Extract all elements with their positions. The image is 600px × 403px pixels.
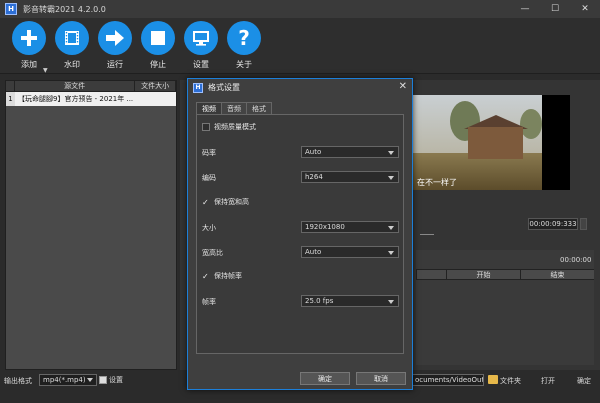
output-format-label: 输出格式: [4, 377, 32, 385]
run-label: 运行: [107, 60, 123, 69]
tab-format[interactable]: 格式: [246, 102, 272, 114]
column-end[interactable]: 结束: [520, 270, 594, 279]
bitrate-select[interactable]: Auto: [301, 146, 399, 158]
keep-fps-label: 保持帧率: [214, 272, 242, 280]
time-spinner[interactable]: [580, 218, 587, 230]
maximize-button[interactable]: ☐: [540, 0, 570, 18]
dialog-close-icon[interactable]: ✕: [399, 81, 407, 92]
question-icon: ?: [227, 21, 261, 55]
preview-house: [468, 127, 523, 159]
chevron-down-icon: [388, 300, 394, 304]
aspect-select[interactable]: Auto: [301, 246, 399, 258]
clip-list-header: 开始 结束: [416, 269, 594, 280]
size-select[interactable]: 1920x1080: [301, 221, 399, 233]
output-settings-button[interactable]: 设置: [99, 374, 127, 386]
output-format-select[interactable]: mp4(*.mp4): [39, 374, 97, 386]
video-tab-panel: 视频质量模式 码率 Auto 编码 h264 ✓ 保持宽和高 大小 1920x1…: [196, 114, 404, 354]
add-button[interactable]: 添加 ▼: [9, 21, 49, 74]
ok-button[interactable]: 确定: [300, 372, 350, 385]
arrow-right-icon: [98, 21, 132, 55]
column-source-file[interactable]: 源文件: [15, 81, 136, 91]
keep-wh-label: 保持宽和高: [214, 198, 249, 206]
encoder-select[interactable]: h264: [301, 171, 399, 183]
quality-mode-label: 视频质量模式: [214, 123, 256, 131]
column-file-size[interactable]: 文件大小: [135, 81, 176, 91]
aspect-value: Auto: [305, 248, 322, 256]
settings-label: 设置: [193, 60, 209, 69]
output-path-input[interactable]: ocuments/VideoOutput: [412, 374, 484, 386]
dialog-title: 格式设置: [208, 83, 240, 92]
table-row[interactable]: 1 【玩命腿腳9】官方预告 - 2021年 ...: [6, 92, 176, 106]
folder-icon[interactable]: [488, 375, 498, 384]
monitor-icon: [184, 21, 218, 55]
fps-value: 25.0 fps: [305, 297, 334, 305]
preview-subtitle: 在不一样了: [417, 178, 457, 187]
bitrate-label: 码率: [202, 149, 216, 157]
app-logo-icon: H: [5, 3, 17, 15]
stop-label: 停止: [150, 60, 166, 69]
run-button[interactable]: 运行: [95, 21, 135, 70]
dialog-title-bar: H 格式设置 ✕: [188, 79, 412, 96]
output-format-value: mp4(*.mp4): [43, 376, 86, 384]
chevron-down-icon: [388, 226, 394, 230]
format-settings-dialog: H 格式设置 ✕ 视频 音频 格式 视频质量模式 码率 Auto 编码 h264…: [187, 78, 413, 390]
keep-wh-checkbox[interactable]: ✓ 保持宽和高: [202, 197, 249, 207]
file-list-header: 源文件 文件大小: [6, 81, 176, 92]
chevron-down-icon: [388, 176, 394, 180]
row-index: 1: [6, 92, 15, 106]
minimize-button[interactable]: —: [510, 0, 540, 18]
about-button[interactable]: ? 关于: [224, 21, 264, 70]
add-dropdown-icon[interactable]: ▼: [43, 67, 48, 74]
tab-audio[interactable]: 音频: [221, 102, 247, 114]
watermark-label: 水印: [64, 60, 80, 69]
window-controls: — ☐ ✕: [510, 0, 600, 18]
watermark-button[interactable]: 水印: [52, 21, 92, 70]
time-input[interactable]: 00:00:09:333: [528, 218, 578, 230]
plus-icon: [12, 21, 46, 55]
size-value: 1920x1080: [305, 223, 345, 231]
dialog-tabs: 视频 音频 格式: [196, 102, 272, 115]
chevron-down-icon: [388, 151, 394, 155]
fps-label: 帧率: [202, 298, 216, 306]
window-title: 影音转霸2021 4.2.0.0: [23, 4, 106, 14]
stop-icon: [141, 21, 175, 55]
dialog-app-icon: H: [193, 82, 203, 93]
chevron-down-icon: [87, 378, 93, 382]
scrubber[interactable]: [420, 234, 434, 235]
encoder-value: h264: [305, 173, 323, 181]
quality-mode-checkbox[interactable]: 视频质量模式: [202, 122, 256, 132]
column-start[interactable]: 开始: [446, 270, 520, 279]
film-icon: [55, 21, 89, 55]
settings-box-icon: [99, 376, 107, 384]
clip-time: 00:00:00: [560, 256, 592, 264]
keep-fps-checkbox[interactable]: ✓ 保持帧率: [202, 271, 242, 281]
bitrate-value: Auto: [305, 148, 322, 156]
open-button[interactable]: 打开: [541, 376, 555, 386]
settings-button[interactable]: 设置: [181, 21, 221, 70]
chevron-down-icon: [388, 251, 394, 255]
checkmark-icon: ✓: [202, 271, 209, 281]
stop-button[interactable]: 停止: [138, 21, 178, 70]
checkmark-icon: ✓: [202, 197, 209, 207]
fps-select[interactable]: 25.0 fps: [301, 295, 399, 307]
title-bar: H 影音转霸2021 4.2.0.0 — ☐ ✕: [0, 0, 600, 18]
about-label: 关于: [236, 60, 252, 69]
video-preview: 在不一样了: [410, 95, 570, 190]
encoder-label: 编码: [202, 174, 216, 182]
clip-panel: [416, 250, 594, 365]
checkbox-unchecked-icon: [202, 123, 210, 131]
cancel-button[interactable]: 取消: [356, 372, 406, 385]
close-button[interactable]: ✕: [570, 0, 600, 18]
folder-label[interactable]: 文件夹: [500, 376, 521, 386]
confirm-button[interactable]: 确定: [577, 376, 591, 386]
toolbar: 添加 ▼ 水印 运行 停止 设置 ? 关于: [0, 18, 600, 74]
size-label: 大小: [202, 224, 216, 232]
file-list: 源文件 文件大小 1 【玩命腿腳9】官方预告 - 2021年 ...: [5, 80, 177, 370]
row-file-name: 【玩命腿腳9】官方预告 - 2021年 ...: [18, 95, 134, 103]
output-settings-label: 设置: [109, 376, 123, 384]
aspect-label: 宽高比: [202, 249, 223, 257]
